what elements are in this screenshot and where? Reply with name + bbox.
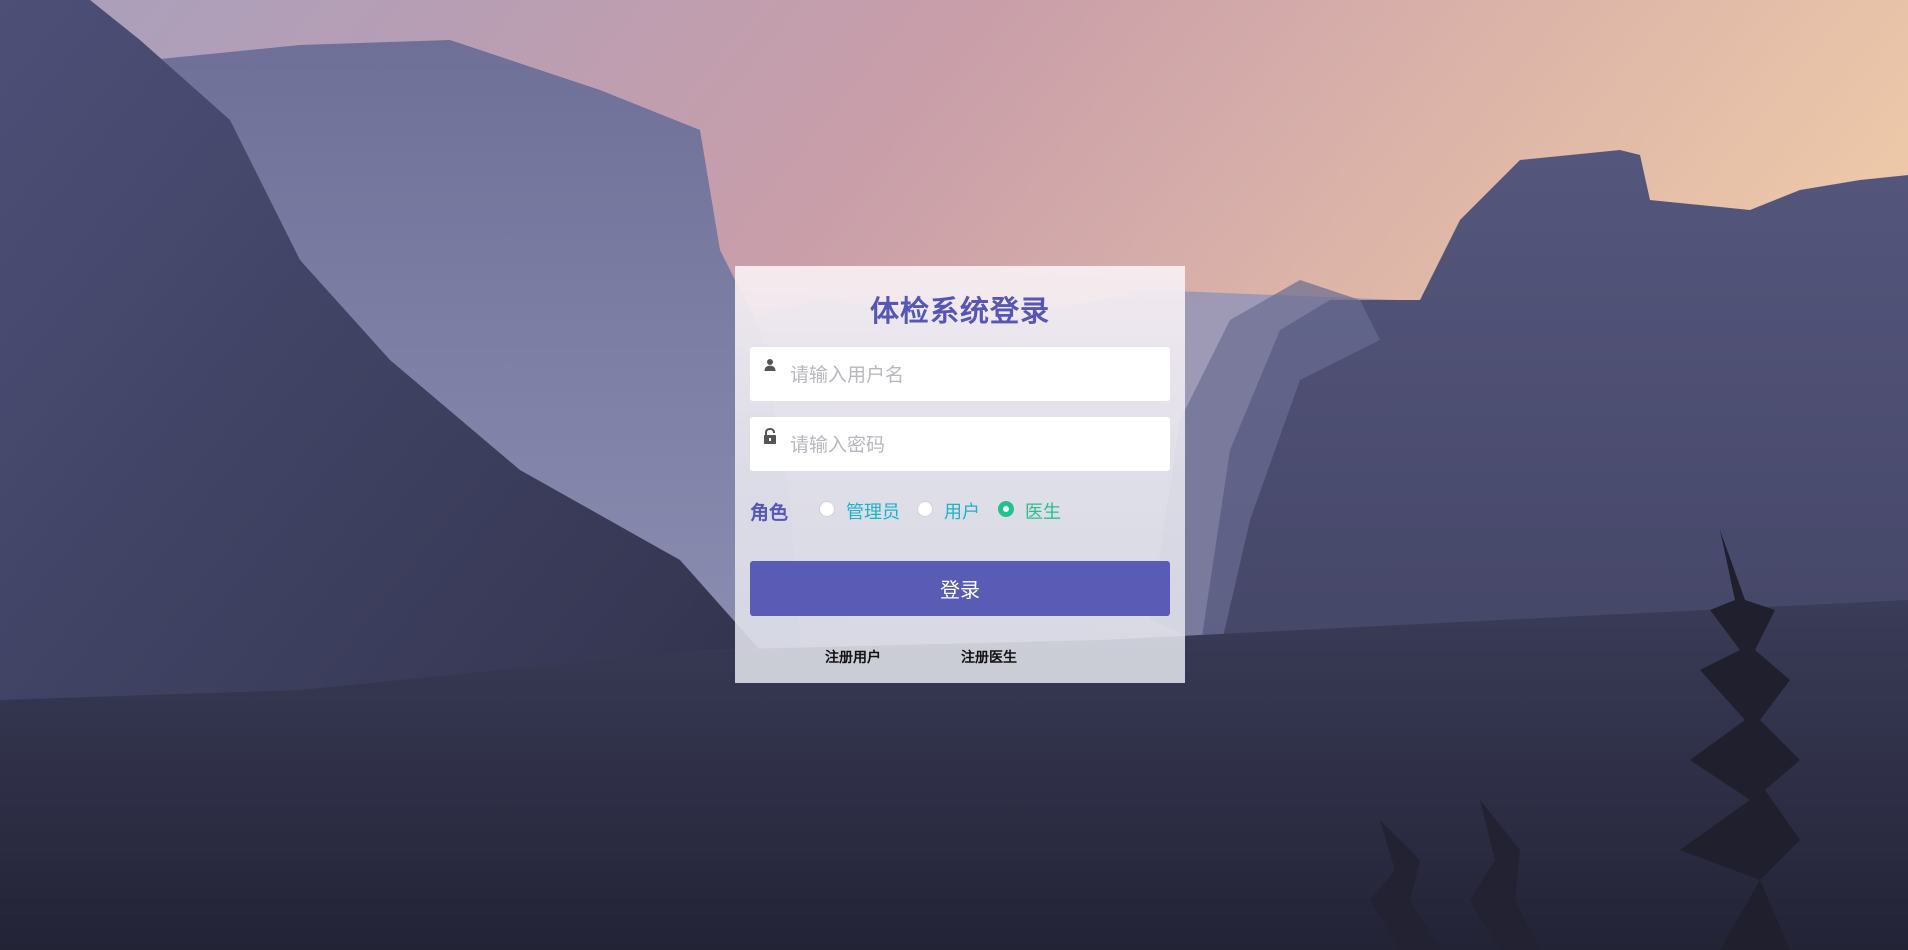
- user-icon: [762, 357, 778, 373]
- role-label: 角色: [750, 502, 789, 524]
- login-button[interactable]: 登录: [750, 561, 1170, 616]
- lock-icon: [762, 427, 778, 444]
- role-option-label: 管理员: [846, 502, 900, 523]
- role-selector: 角色 管理员 用户 医生: [750, 496, 1170, 526]
- login-panel: 体检系统登录 角色 管理员 用户: [735, 266, 1185, 683]
- username-field[interactable]: [750, 347, 1170, 403]
- radio-circle-doctor[interactable]: [998, 501, 1014, 517]
- register-doctor-link[interactable]: 注册医生: [961, 647, 1017, 667]
- login-title: 体检系统登录: [869, 294, 1050, 328]
- password-input[interactable]: [788, 417, 1162, 473]
- radio-circle-admin[interactable]: [819, 501, 835, 517]
- username-input[interactable]: [788, 347, 1162, 403]
- role-option-label: 用户: [944, 502, 980, 523]
- password-field[interactable]: [750, 417, 1170, 473]
- role-option-label: 医生: [1025, 502, 1061, 523]
- register-user-link[interactable]: 注册用户: [825, 647, 881, 667]
- radio-circle-user[interactable]: [917, 501, 933, 517]
